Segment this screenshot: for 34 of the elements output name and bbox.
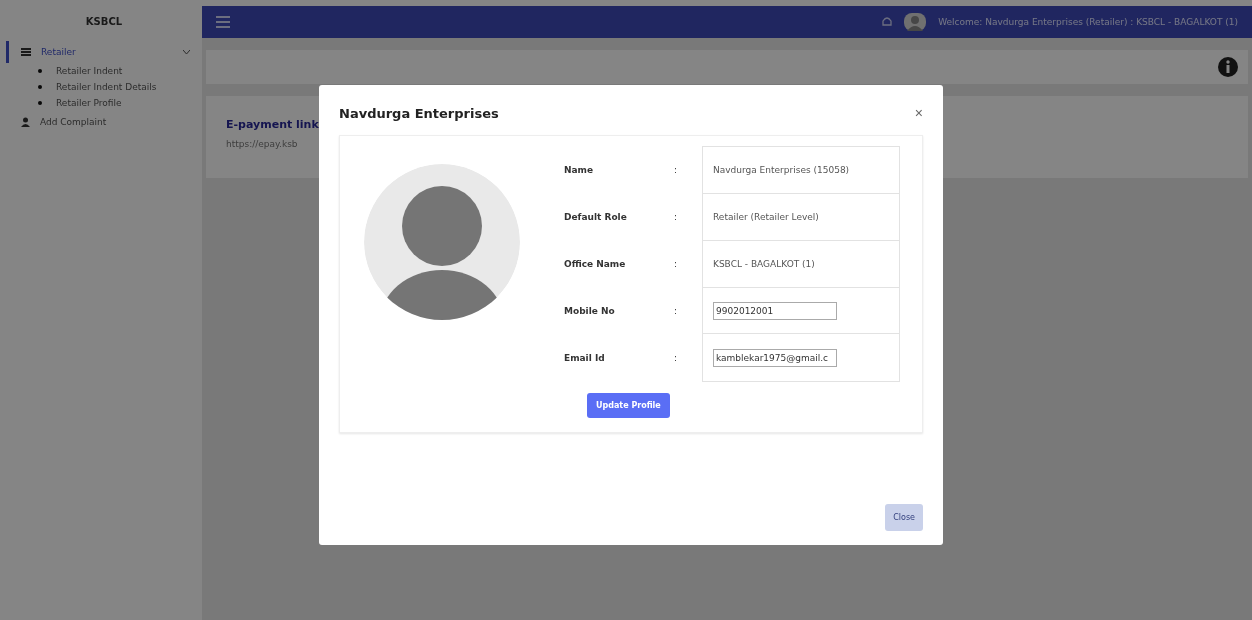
field-label: Default Role xyxy=(564,211,628,222)
list-icon xyxy=(21,48,31,56)
colon-separator: : xyxy=(674,164,679,175)
input-field[interactable]: 9902012001 xyxy=(713,302,837,320)
field-label: Mobile No xyxy=(564,305,616,316)
update-profile-button[interactable]: Update Profile xyxy=(587,393,670,418)
avatar-icon xyxy=(364,164,520,320)
field-value: Retailer (Retailer Level) xyxy=(713,212,819,222)
menu-icon[interactable] xyxy=(216,16,230,28)
field-label: Name xyxy=(564,164,595,175)
input-field[interactable]: kamblekar1975@gmail.c xyxy=(713,348,837,367)
colon-separator: : xyxy=(674,258,679,269)
sidebar-subitem[interactable]: Retailer Indent xyxy=(6,63,202,79)
field-value: KSBCL - BAGALKOT (1) xyxy=(713,259,815,269)
field-label: Email Id xyxy=(564,352,606,363)
card-title: E-payment link xyxy=(226,118,320,131)
colon-separator: : xyxy=(674,352,679,363)
sidebar-subitem[interactable]: Retailer Indent Details xyxy=(6,79,202,95)
brand-title: KSBCL xyxy=(84,15,124,29)
colon-separator: : xyxy=(674,211,679,222)
welcome-text[interactable]: Welcome: Navdurga Enterprises (Retailer) : KSBCL - BAGALKOT (1) xyxy=(938,17,1238,27)
field-value: Navdurga Enterprises (15058) xyxy=(713,165,850,175)
close-button[interactable]: × xyxy=(914,105,923,121)
info-icon[interactable] xyxy=(1218,57,1238,77)
bell-icon[interactable] xyxy=(882,16,893,28)
person-icon xyxy=(21,117,30,127)
colon-separator: : xyxy=(674,305,679,316)
caret-icon xyxy=(183,49,190,55)
field-label: Office Name xyxy=(564,258,627,269)
dialog-title: Navdurga Enterprises xyxy=(339,105,499,121)
sidebar-subitem[interactable]: Retailer Profile xyxy=(6,95,202,111)
close-dialog-button[interactable]: Close xyxy=(885,504,923,531)
avatar-icon[interactable] xyxy=(904,13,927,31)
sidebar-item[interactable]: Add Complaint xyxy=(6,111,202,133)
